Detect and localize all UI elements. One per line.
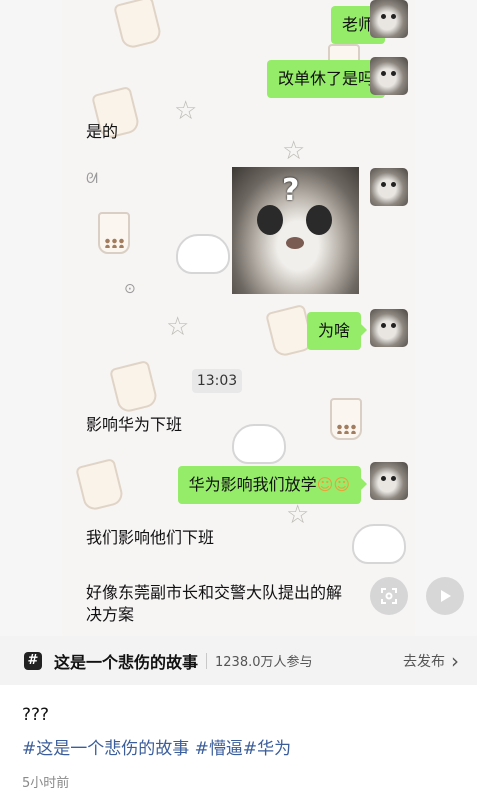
sender-avatar[interactable]: [370, 57, 408, 95]
message-bubble-sent[interactable]: 华为影响我们放学☺☺: [177, 466, 368, 504]
hashtag-link[interactable]: #这是一个悲伤的故事: [22, 739, 189, 759]
message-received[interactable]: 是的: [86, 120, 118, 144]
right-margin: [415, 0, 477, 636]
wallpaper-cat-decoration: [232, 424, 286, 464]
sender-avatar[interactable]: [370, 0, 408, 38]
wallpaper-cup-decoration: [98, 212, 130, 254]
wallpaper-bag-decoration: [75, 457, 125, 513]
message-line: 决方案: [86, 605, 135, 624]
message-bubble-sent[interactable]: 改单休了是吗: [266, 60, 392, 98]
smile-emoji-icon: ☺☺: [316, 475, 350, 494]
message-received[interactable]: 影响华为下班: [86, 413, 182, 437]
topic-divider: [206, 652, 208, 669]
wallpaper-star-decoration: ☆: [286, 500, 310, 530]
topic-title[interactable]: 这是一个悲伤的故事: [54, 649, 198, 673]
play-icon[interactable]: [426, 577, 464, 615]
wallpaper-star-decoration: ☆: [282, 136, 306, 166]
wallpaper-swirl-decoration: ᘛ: [86, 171, 98, 187]
photo-cat-nose: [286, 237, 304, 249]
message-received[interactable]: 我们影响他们下班: [86, 526, 214, 550]
photo-cat-eye: [306, 205, 332, 235]
post-caption: ??? #这是一个悲伤的故事 #懵逼#华为 5小时前: [22, 702, 462, 791]
chevron-right-icon: ›: [451, 648, 459, 673]
photo-question-mark: ?: [282, 173, 300, 208]
sender-avatar[interactable]: [370, 309, 408, 347]
hashtag-link[interactable]: #懵逼: [195, 739, 243, 759]
photo-cat-eye: [257, 205, 283, 235]
caption-tags: #这是一个悲伤的故事 #懵逼#华为: [22, 734, 462, 764]
message-line: 好像东莞副市长和交警大队提出的解: [86, 583, 343, 602]
post-time: 5小时前: [22, 776, 70, 791]
chat-timestamp: 13:03: [192, 369, 242, 393]
wallpaper-dot-decoration: ⊙: [124, 281, 136, 297]
wallpaper-cup-decoration: [330, 398, 362, 440]
topic-bar[interactable]: # 这是一个悲伤的故事 1238.0万人参与 去发布 ›: [0, 636, 477, 685]
wallpaper-box-decoration: [109, 359, 159, 415]
sender-avatar[interactable]: [370, 168, 408, 206]
publish-label: 去发布: [403, 653, 445, 670]
wallpaper-star-decoration: ☆: [166, 312, 190, 342]
sender-avatar[interactable]: [370, 462, 408, 500]
wallpaper-cat-decoration: [352, 524, 406, 564]
caption-text: ???: [22, 705, 50, 725]
chat-screenshot: ☆ ☆ ᘛ ⊙ ☆ ☆ 老师 改单休了是吗 是的 ? 为啥 13:03 影响华为…: [0, 0, 477, 636]
hashtag-link[interactable]: #华为: [243, 739, 291, 759]
wallpaper-star-decoration: ☆: [174, 96, 198, 126]
publish-button[interactable]: 去发布 ›: [403, 651, 459, 671]
cat-photo-message[interactable]: ?: [232, 167, 359, 294]
left-margin: [0, 0, 62, 636]
wallpaper-bag-decoration: [113, 0, 163, 51]
message-bubble-sent[interactable]: 为啥: [306, 312, 368, 350]
topic-hash-icon: #: [24, 651, 42, 670]
topic-participants: 1238.0万人参与: [215, 655, 313, 670]
wallpaper-cat-decoration: [176, 234, 230, 274]
message-received[interactable]: 好像东莞副市长和交警大队提出的解 决方案: [86, 582, 342, 626]
lens-icon[interactable]: [370, 577, 408, 615]
message-text: 华为影响我们放学: [188, 475, 317, 494]
